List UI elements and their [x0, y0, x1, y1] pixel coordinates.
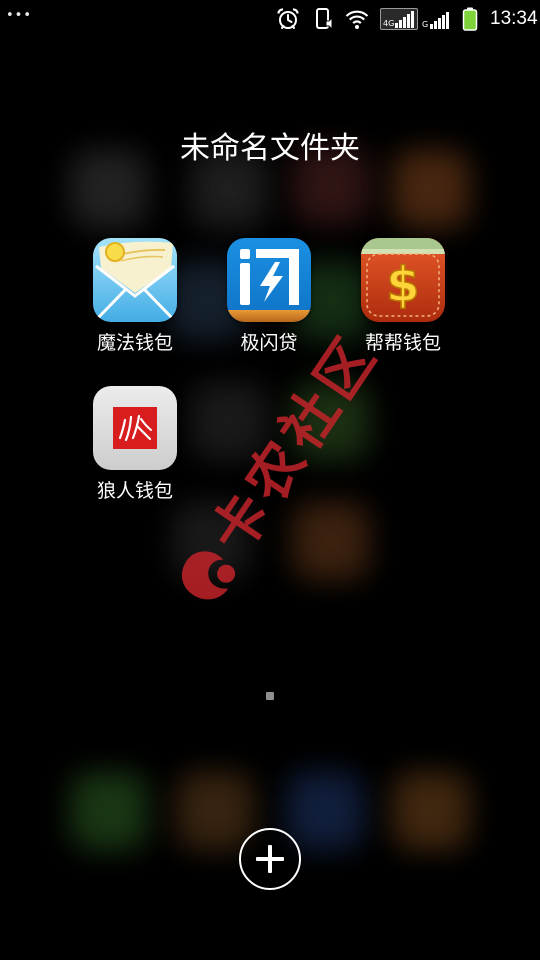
- app-wolf-wallet[interactable]: 狼人钱包: [68, 386, 202, 508]
- bangbang-wallet-app-icon[interactable]: $: [361, 238, 445, 322]
- app-label: 魔法钱包: [96, 332, 173, 354]
- notification-dots[interactable]: •••: [6, 8, 32, 23]
- wifi-icon: [345, 7, 369, 35]
- app-magic-wallet[interactable]: 魔法钱包: [68, 238, 202, 360]
- magic-wallet-app-icon[interactable]: [93, 238, 177, 322]
- dollar-sign-glyph: $: [386, 257, 419, 313]
- network-4g-label: 4G: [383, 19, 395, 28]
- network-g-label: G: [422, 20, 429, 29]
- app-bangbang-wallet[interactable]: $ 帮帮钱包: [336, 238, 470, 360]
- signal-g-icon: G: [422, 8, 452, 30]
- signal-4g-icon: 4G: [380, 8, 418, 30]
- folder-title[interactable]: 未命名文件夹: [0, 130, 540, 168]
- jishandai-app-icon[interactable]: [227, 238, 311, 322]
- battery-icon: [462, 7, 478, 35]
- clock-time: 13:34: [490, 8, 538, 29]
- app-label: 极闪贷: [240, 332, 298, 354]
- phone-vibrate-icon: [314, 7, 336, 35]
- app-jishandai[interactable]: 极闪贷: [202, 238, 336, 360]
- app-label: 帮帮钱包: [364, 332, 441, 354]
- wolf-wallet-app-icon[interactable]: [93, 386, 177, 470]
- home-screen: ••• 4G G 13:34 未命名文件夹 魔法钱包 极闪贷 $ 帮帮钱包 狼人…: [0, 0, 540, 960]
- page-indicator: [266, 692, 274, 700]
- alarm-icon: [276, 7, 300, 35]
- add-app-button[interactable]: [239, 828, 301, 890]
- app-label: 狼人钱包: [96, 480, 173, 502]
